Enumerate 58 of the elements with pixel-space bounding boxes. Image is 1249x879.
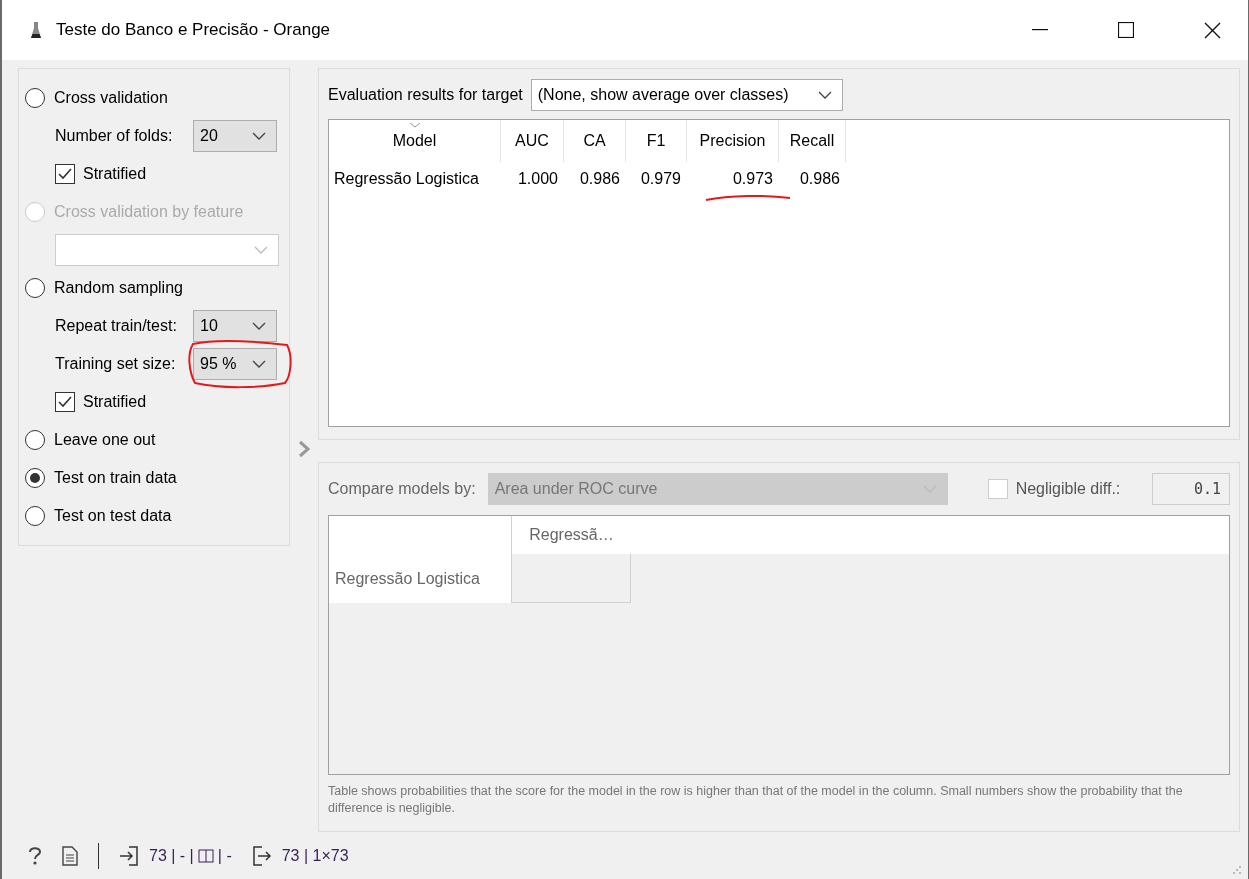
chevron-down-icon (252, 132, 266, 140)
target-label: Evaluation results for target (328, 86, 523, 104)
dropdown[interactable]: 95 % (193, 348, 277, 380)
document-icon[interactable] (62, 845, 78, 866)
help-icon[interactable] (28, 845, 42, 866)
field-label: Number of folds: (55, 127, 173, 145)
resize-grip-icon[interactable] (1232, 865, 1242, 875)
dropdown[interactable]: 10 (193, 310, 277, 342)
checkbox[interactable] (55, 392, 75, 412)
input-icon (119, 845, 139, 866)
column-header[interactable]: Model (329, 120, 501, 162)
checkbox-label: Negligible diff.: (1015, 480, 1121, 498)
field-label: Training set size: (55, 355, 176, 373)
table-cell-text: 0.986 (578, 169, 621, 189)
option-label: Test on train data (54, 469, 177, 487)
input-extra: | - (217, 846, 232, 865)
flask-icon (30, 20, 42, 40)
input-summary: 73 | - | (149, 846, 194, 865)
book-icon (197, 848, 214, 863)
chevron-down-icon (252, 322, 266, 330)
checkbox-label: Stratified (83, 393, 147, 411)
table-note: Table shows probabilities that the score for the model in the row is higher than that of the model in the column. Small numbers show the probability that the difference is negligible. (328, 783, 1184, 817)
output-icon (251, 845, 272, 866)
maximize-icon (1118, 22, 1134, 38)
column-header[interactable]: Recall (779, 120, 846, 162)
radio-button[interactable] (25, 278, 45, 298)
table-cell-text: 0.979 (639, 169, 682, 189)
option-label: Cross validation by feature (54, 203, 244, 221)
radio-button[interactable] (25, 506, 45, 526)
minimize-icon (1032, 29, 1048, 31)
column-header[interactable]: AUC (501, 120, 564, 162)
dropdown[interactable]: 20 (193, 120, 277, 152)
chevron-down-icon (254, 246, 268, 254)
compare-label: Compare models by: (328, 480, 476, 498)
chevron-down-icon (817, 91, 832, 99)
window-title: Teste do Banco e Precisão - Orange (56, 20, 332, 40)
table-cell-text: 1.000 (516, 169, 559, 189)
option-label: Test on test data (54, 507, 172, 525)
radio-button[interactable] (25, 468, 45, 488)
column-header[interactable]: CA (564, 120, 626, 162)
table-cell: 0.973 (687, 162, 779, 196)
radio-button[interactable] (25, 430, 45, 450)
radio-button[interactable] (25, 88, 45, 108)
checkbox[interactable] (55, 164, 75, 184)
chevron-down-icon (252, 360, 266, 368)
target-dropdown[interactable]: (None, show average over classes) (530, 79, 843, 111)
close-icon (1203, 21, 1221, 39)
output-summary: 73 | 1×73 (281, 846, 349, 865)
checkbox-label: Stratified (83, 165, 147, 183)
sort-icon (409, 122, 421, 128)
option-label: Random sampling (54, 279, 183, 297)
field-label: Repeat train/test: (55, 317, 177, 335)
column-header[interactable]: F1 (626, 120, 687, 162)
table-cell-text: Regressão Logistica (333, 169, 480, 189)
table-cell-text: 0.986 (798, 169, 841, 189)
option-label: Leave one out (54, 431, 156, 449)
option-label: Cross validation (54, 89, 168, 107)
column-header[interactable]: Precision (687, 120, 779, 162)
